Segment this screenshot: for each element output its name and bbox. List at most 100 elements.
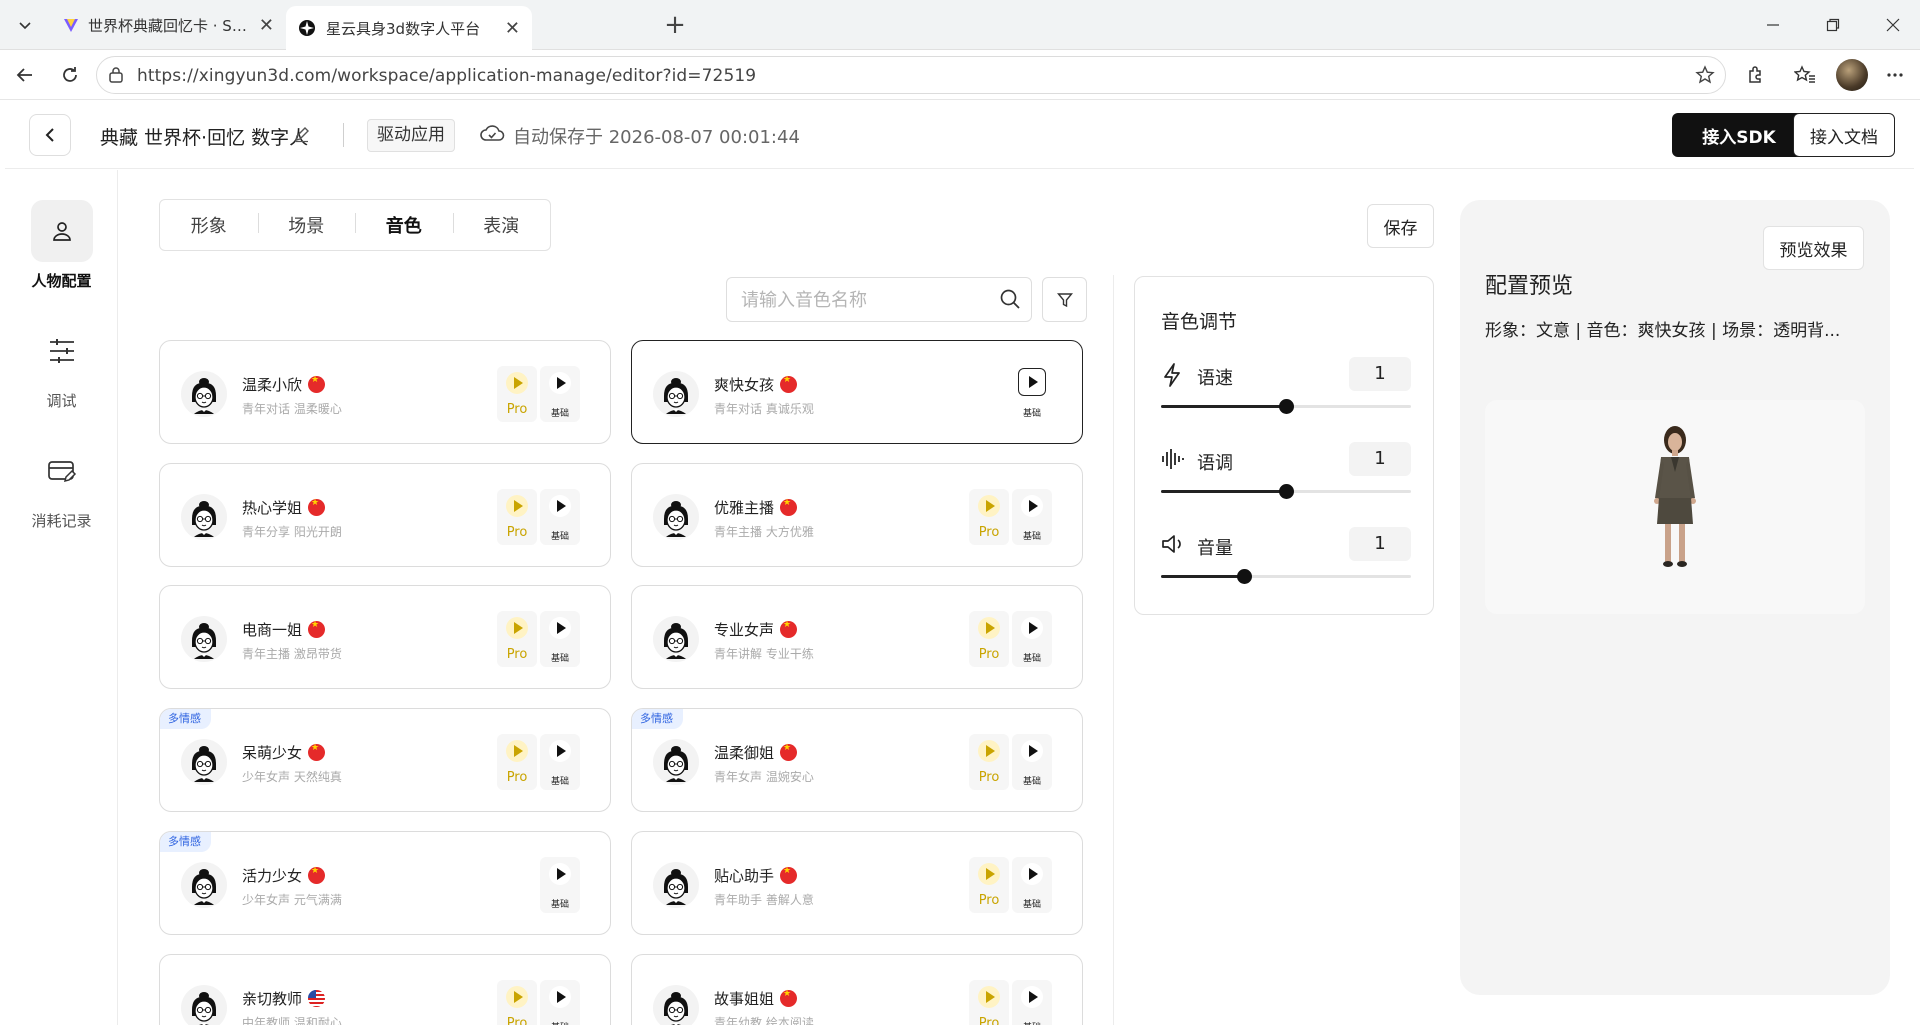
volume-slider[interactable] bbox=[1161, 569, 1411, 584]
play-pro-button[interactable]: Pro bbox=[969, 489, 1009, 545]
play-pro-button[interactable]: Pro bbox=[969, 611, 1009, 667]
minimize-icon[interactable] bbox=[1758, 10, 1788, 40]
voice-card[interactable]: 爽快女孩青年对话 真诚乐观基础 bbox=[631, 340, 1083, 444]
connect-sdk-button[interactable]: 接入SDK bbox=[1672, 113, 1806, 157]
browser-tab-active[interactable]: 星云具身3d数字人平台 ✕ bbox=[286, 6, 532, 50]
voice-card[interactable]: 电商一姐青年主播 激昂带货 Pro 基础 bbox=[159, 585, 611, 689]
rail-item-debug[interactable]: 调试 bbox=[5, 320, 118, 411]
play-basic-button[interactable]: 基础 bbox=[540, 489, 580, 545]
play-basic-button[interactable]: 基础 bbox=[1012, 857, 1052, 913]
tab-list-dropdown-icon[interactable] bbox=[11, 11, 39, 39]
rail-item-usage-records[interactable]: 消耗记录 bbox=[5, 440, 118, 531]
play-pro-button[interactable]: Pro bbox=[497, 366, 537, 422]
rail-label: 人物配置 bbox=[31, 272, 92, 290]
close-tab-icon[interactable]: ✕ bbox=[505, 18, 520, 39]
save-button[interactable]: 保存 bbox=[1367, 204, 1434, 248]
tab-voice[interactable]: 音色 bbox=[355, 212, 453, 238]
bookmark-star-icon[interactable] bbox=[1695, 65, 1715, 85]
more-menu-icon[interactable] bbox=[1880, 60, 1910, 90]
cn-flag-icon bbox=[308, 743, 325, 761]
speaker-icon bbox=[1162, 535, 1181, 553]
basic-label: 基础 bbox=[1022, 654, 1041, 664]
edit-pencil-icon[interactable] bbox=[293, 125, 311, 143]
cn-flag-icon bbox=[308, 498, 325, 516]
voice-name: 故事姐姐 bbox=[714, 990, 775, 1008]
multi-emotion-badge: 多情感 bbox=[160, 832, 211, 852]
slider-handle[interactable] bbox=[1236, 569, 1252, 584]
voice-description: 青年女声 温婉安心 bbox=[714, 770, 814, 784]
play-basic-button[interactable]: 基础 bbox=[1012, 611, 1052, 667]
tab-performance[interactable]: 表演 bbox=[452, 212, 551, 238]
play-pro-button[interactable]: Pro bbox=[969, 980, 1009, 1025]
extensions-icon[interactable] bbox=[1740, 60, 1770, 90]
tab-appearance[interactable]: 形象 bbox=[160, 212, 258, 238]
close-tab-icon[interactable]: ✕ bbox=[259, 15, 274, 36]
favorites-icon[interactable] bbox=[1790, 60, 1820, 90]
play-icon bbox=[549, 617, 571, 639]
voice-card[interactable]: 多情感呆萌少女少年女声 天然纯真 Pro 基础 bbox=[159, 708, 611, 812]
rail-label: 消耗记录 bbox=[31, 512, 92, 530]
voice-card[interactable]: 多情感活力少女少年女声 元气满满基础 bbox=[159, 831, 611, 935]
pitch-value-input[interactable]: 1 bbox=[1349, 442, 1411, 476]
voice-name: 活力少女 bbox=[242, 867, 303, 885]
play-basic-button[interactable]: 基础 bbox=[540, 980, 580, 1025]
rail-item-person-config[interactable]: 人物配置 bbox=[5, 200, 118, 291]
filter-button[interactable] bbox=[1042, 277, 1087, 322]
play-pro-button[interactable]: Pro bbox=[969, 734, 1009, 790]
us-flag-icon bbox=[308, 990, 325, 1007]
back-button[interactable] bbox=[29, 114, 71, 156]
voice-card[interactable]: 热心学姐青年分享 阳光开朗 Pro 基础 bbox=[159, 463, 611, 567]
new-tab-icon[interactable]: + bbox=[660, 10, 690, 40]
play-basic-button[interactable]: 基础 bbox=[540, 366, 580, 422]
browser-tab[interactable]: 世界杯典藏回忆卡 · Seed Chronicle ✕ bbox=[50, 7, 286, 43]
play-basic-button[interactable]: 基础 bbox=[540, 611, 580, 667]
preview-title: 配置预览 bbox=[1485, 274, 1574, 299]
basic-label: 基础 bbox=[550, 900, 569, 910]
play-icon bbox=[549, 986, 571, 1008]
site-info-icon[interactable] bbox=[107, 66, 125, 84]
play-pro-button[interactable]: Pro bbox=[969, 857, 1009, 913]
voice-search-box bbox=[726, 277, 1032, 322]
volume-value-input[interactable]: 1 bbox=[1349, 527, 1411, 561]
cn-flag-icon bbox=[780, 620, 797, 638]
pro-label: Pro bbox=[978, 1016, 1000, 1025]
play-basic-button[interactable]: 基础 bbox=[1012, 980, 1052, 1025]
address-bar[interactable]: https://xingyun3d.com/workspace/applicat… bbox=[96, 56, 1726, 94]
connect-docs-button[interactable]: 接入文档 bbox=[1793, 113, 1895, 157]
play-pro-button[interactable]: Pro bbox=[497, 489, 537, 545]
project-name: 典藏 世界杯·回忆 数字人 bbox=[100, 127, 309, 149]
voice-card[interactable]: 优雅主播青年主播 大方优雅 Pro 基础 bbox=[631, 463, 1083, 567]
play-basic-button[interactable]: 基础 bbox=[1012, 489, 1052, 545]
slider-fill bbox=[1161, 490, 1286, 493]
play-basic-button[interactable]: 基础 bbox=[540, 857, 580, 913]
play-icon bbox=[506, 617, 528, 639]
speed-slider[interactable] bbox=[1161, 399, 1411, 414]
play-pro-button[interactable]: Pro bbox=[497, 734, 537, 790]
play-pro-button[interactable]: Pro bbox=[497, 611, 537, 667]
slider-handle[interactable] bbox=[1279, 399, 1294, 414]
pitch-slider[interactable] bbox=[1161, 484, 1411, 499]
voice-card[interactable]: 贴心助手青年助手 善解人意 Pro 基础 bbox=[631, 831, 1083, 935]
voice-card[interactable]: 专业女声青年讲解 专业干练 Pro 基础 bbox=[631, 585, 1083, 689]
voice-card[interactable]: 亲切教师中年教师 温和耐心 Pro 基础 bbox=[159, 954, 611, 1025]
play-basic-button[interactable]: 基础 bbox=[540, 734, 580, 790]
close-window-icon[interactable] bbox=[1878, 10, 1908, 40]
preview-effect-button[interactable]: 预览效果 bbox=[1763, 226, 1864, 270]
speed-value-input[interactable]: 1 bbox=[1349, 357, 1411, 391]
play-basic-button[interactable]: 基础 bbox=[1012, 734, 1052, 790]
voice-card[interactable]: 多情感温柔御姐青年女声 温婉安心 Pro 基础 bbox=[631, 708, 1083, 812]
basic-label: 基础 bbox=[550, 654, 569, 664]
restore-window-icon[interactable] bbox=[1818, 10, 1848, 40]
tab-scene[interactable]: 场景 bbox=[257, 212, 356, 238]
slider-handle[interactable] bbox=[1279, 484, 1294, 499]
play-basic-button[interactable]: 基础 bbox=[1012, 366, 1052, 422]
voice-card[interactable]: 温柔小欣青年对话 温柔暖心 Pro 基础 bbox=[159, 340, 611, 444]
play-pro-button[interactable]: Pro bbox=[497, 980, 537, 1025]
reload-icon[interactable] bbox=[55, 60, 85, 90]
voice-avatar-icon bbox=[652, 861, 700, 909]
voice-search-input[interactable] bbox=[741, 288, 981, 312]
voice-card[interactable]: 故事姐姐青年幼教 绘本阅读 Pro 基础 bbox=[631, 954, 1083, 1025]
back-arrow-icon[interactable] bbox=[10, 60, 40, 90]
search-icon[interactable] bbox=[999, 288, 1021, 310]
profile-avatar[interactable] bbox=[1836, 59, 1868, 91]
